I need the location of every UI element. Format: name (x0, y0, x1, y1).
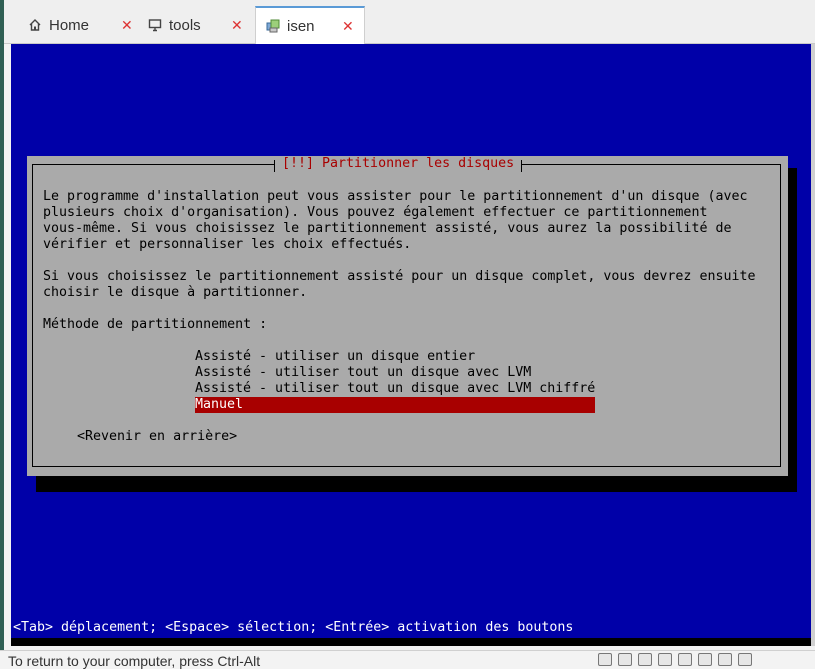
dialog-body-text: Le programme d'installation peut vous as… (43, 189, 756, 332)
close-icon[interactable]: ✕ (342, 18, 354, 35)
cd-icon[interactable] (618, 653, 632, 666)
network-icon[interactable] (698, 653, 712, 666)
option-assisted-lvm-encrypted[interactable]: Assisté - utiliser tout un disque avec L… (195, 381, 595, 397)
tab-home[interactable]: Home ✕ (28, 7, 140, 43)
close-icon[interactable]: ✕ (121, 17, 133, 34)
tab-label: tools (169, 16, 201, 34)
status-message: To return to your computer, press Ctrl-A… (8, 653, 261, 669)
host-desktop-edge (0, 0, 4, 665)
home-icon (28, 18, 42, 32)
vm-console[interactable]: [!!] Partitionner les disques Le program… (11, 44, 813, 646)
help-line-shadow (11, 638, 813, 646)
network-icon[interactable] (678, 653, 692, 666)
device-icons (598, 653, 752, 666)
vm-icon (266, 19, 280, 33)
network-icon[interactable] (738, 653, 752, 666)
keyboard-help-line: <Tab> déplacement; <Espace> sélection; <… (11, 620, 809, 638)
floppy-icon[interactable] (638, 653, 652, 666)
option-assisted-whole-disk[interactable]: Assisté - utiliser un disque entier (195, 349, 595, 365)
network-icon[interactable] (718, 653, 732, 666)
hdd-icon[interactable] (598, 653, 612, 666)
close-icon[interactable]: ✕ (231, 17, 243, 34)
dialog-title: [!!] Partitionner les disques (274, 156, 523, 172)
back-button[interactable]: <Revenir en arrière> (77, 429, 237, 445)
window-right-frame (811, 44, 815, 646)
tab-isen[interactable]: isen ✕ (255, 6, 365, 44)
tab-label: isen (287, 17, 315, 35)
tab-label: Home (49, 16, 90, 34)
partition-dialog: [!!] Partitionner les disques Le program… (27, 156, 788, 476)
partition-method-list: Assisté - utiliser un disque entier Assi… (195, 349, 595, 413)
option-manual[interactable]: Manuel (195, 397, 595, 413)
usb-icon[interactable] (658, 653, 672, 666)
status-bar: To return to your computer, press Ctrl-A… (0, 650, 815, 669)
tab-tools[interactable]: tools ✕ (148, 7, 256, 43)
option-assisted-lvm[interactable]: Assisté - utiliser tout un disque avec L… (195, 365, 595, 381)
tab-bar: Home ✕ tools ✕ isen ✕ (4, 0, 815, 44)
monitor-icon (148, 18, 162, 32)
